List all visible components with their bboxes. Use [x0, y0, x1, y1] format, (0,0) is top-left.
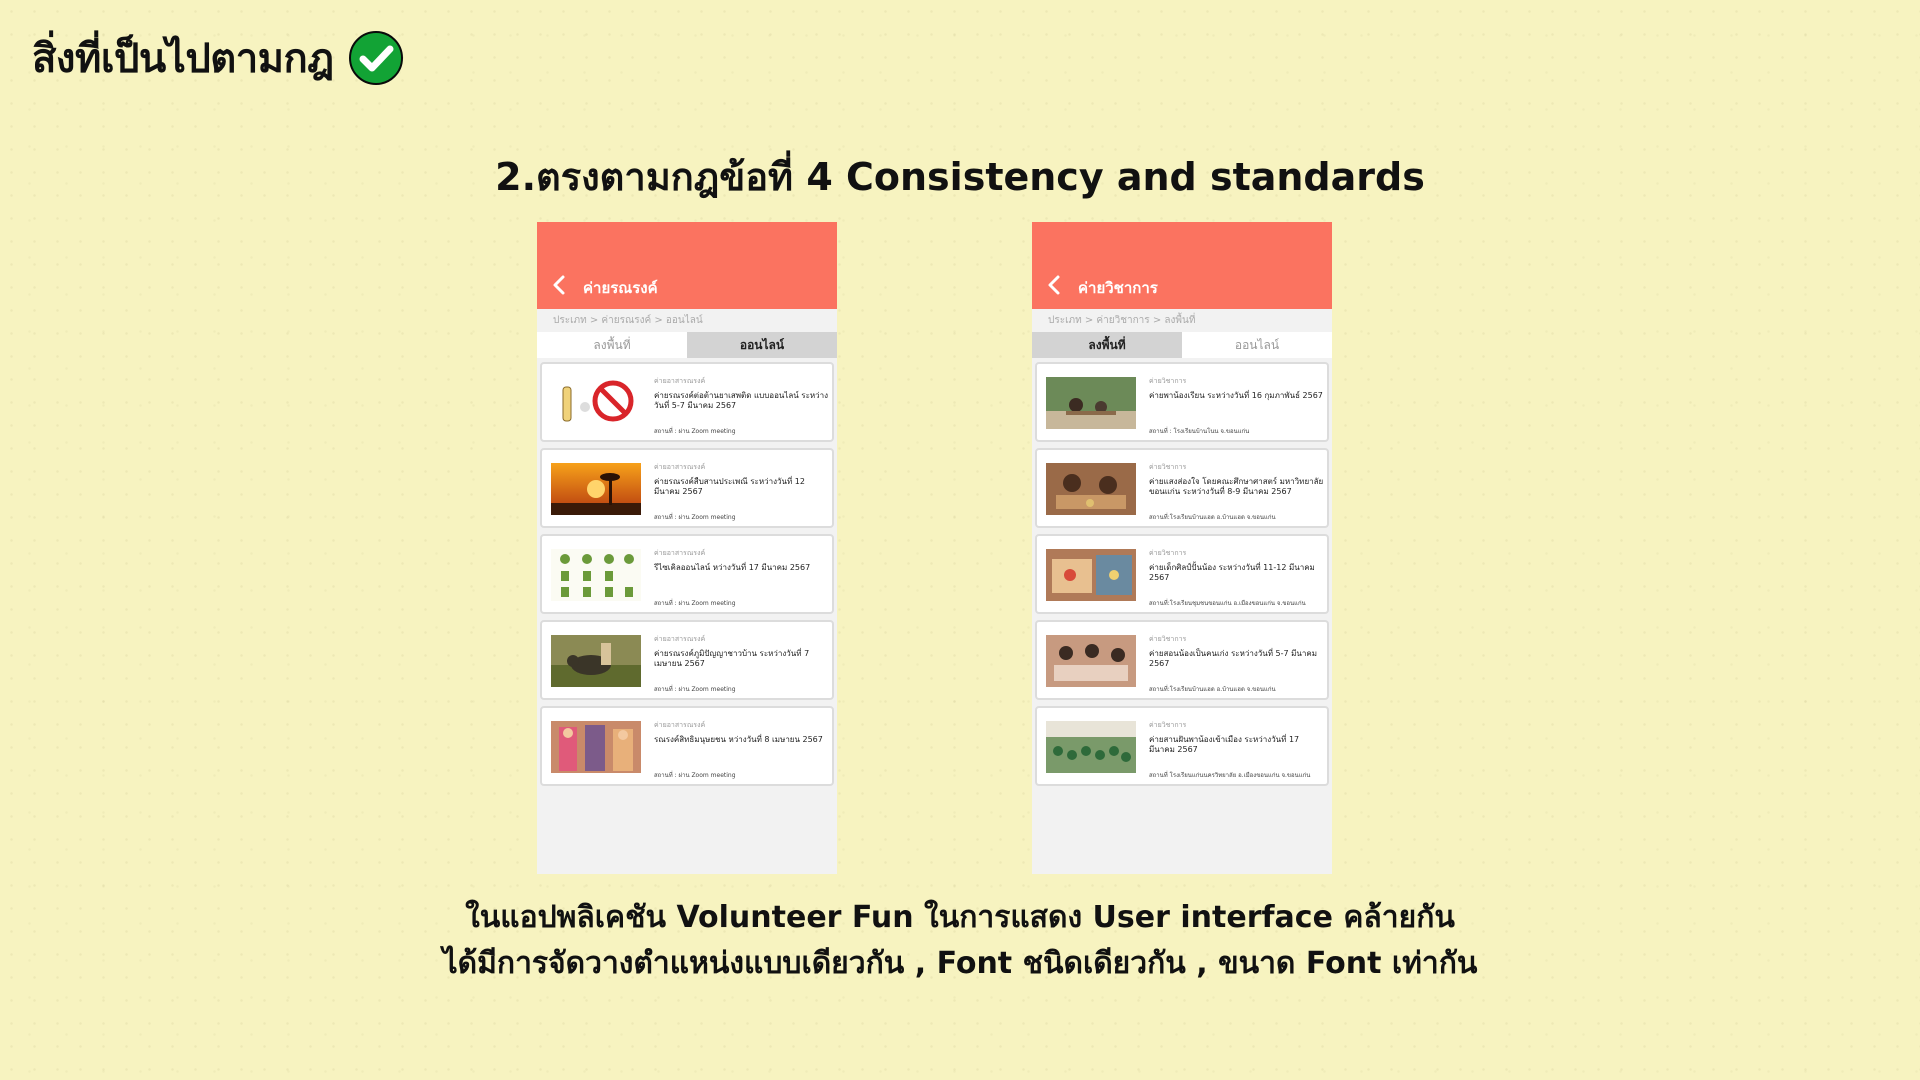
card-list: ค่ายอาสารณรงค์ ค่ายรณรงค์ต่อต้านยาเสพติด…: [537, 358, 837, 796]
card-location: สถานที่ : โรงเรียนบ้านโนน จ.ขอนแก่น: [1149, 428, 1250, 435]
camp-card[interactable]: ค่ายวิชาการ ค่ายสานฝันพาน้องเข้าเมือง ระ…: [1035, 706, 1329, 786]
kids-class-thumbnail: [1046, 635, 1136, 687]
card-category: ค่ายวิชาการ: [1149, 549, 1187, 557]
caption-line-2: ได้มีการจัดวางตำแหน่งแบบเดียวกัน , Font …: [442, 946, 1478, 981]
kids-outdoor-thumbnail: [1046, 377, 1136, 429]
sunset-palm-thumbnail: [551, 463, 641, 515]
card-location: สถานที่:โรงเรียนบ้านแฮด อ.บ้านแฮด จ.ขอนแ…: [1149, 686, 1276, 693]
no-smoking-thumbnail: [551, 377, 641, 429]
phone-screenshot-campaign: ค่ายรณรงค์ ประเภท > ค่ายรณรงค์ > ออนไลน์…: [537, 222, 837, 874]
tab-onsite[interactable]: ลงพื้นที่: [537, 332, 687, 358]
card-title: ค่ายแสงส่องใจ โดยคณะศึกษาศาสตร์ มหาวิทยา…: [1149, 477, 1324, 496]
app-bar-title: ค่ายรณรงค์: [583, 279, 658, 297]
card-location: สถานที่ : ผ่าน Zoom meeting: [654, 772, 736, 779]
app-bar: ค่ายวิชาการ: [1032, 222, 1332, 309]
back-arrow-icon[interactable]: [551, 274, 567, 296]
card-category: ค่ายวิชาการ: [1149, 377, 1187, 385]
card-category: ค่ายวิชาการ: [1149, 635, 1187, 643]
recycle-icons-thumbnail: [551, 549, 641, 601]
card-location: สถานที่ : ผ่าน Zoom meeting: [654, 686, 736, 693]
card-title: รณรงค์สิทธิมนุษยชน หว่างวันที่ 8 เมษายน …: [654, 735, 823, 744]
camp-card[interactable]: ค่ายอาสารณรงค์ รีไซเคิลออนไลน์ หว่างวันท…: [540, 534, 834, 614]
camp-card[interactable]: ค่ายอาสารณรงค์ รณรงค์สิทธิมนุษยชน หว่างว…: [540, 706, 834, 786]
card-title: ค่ายสานฝันพาน้องเข้าเมือง ระหว่างวันที่ …: [1149, 735, 1300, 754]
tab-onsite[interactable]: ลงพื้นที่: [1032, 332, 1182, 358]
card-list: ค่ายวิชาการ ค่ายพาน้องเรียน ระหว่างวันที…: [1032, 358, 1332, 796]
tab-online[interactable]: ออนไลน์: [1182, 332, 1332, 358]
back-arrow-icon[interactable]: [1046, 274, 1062, 296]
camp-card[interactable]: ค่ายวิชาการ ค่ายแสงส่องใจ โดยคณะศึกษาศาส…: [1035, 448, 1329, 528]
card-title: ค่ายพาน้องเรียน ระหว่างวันที่ 16 กุมภาพั…: [1149, 391, 1323, 400]
camp-card[interactable]: ค่ายวิชาการ ค่ายสอนน้องเป็นคนเก่ง ระหว่า…: [1035, 620, 1329, 700]
breadcrumb: ประเภท > ค่ายรณรงค์ > ออนไลน์: [537, 309, 837, 332]
check-circle-icon: [348, 31, 403, 85]
card-title: ค่ายสอนน้องเป็นคนเก่ง ระหว่างวันที่ 5-7 …: [1149, 649, 1317, 668]
kids-craft-thumbnail: [1046, 463, 1136, 515]
card-title: รีไซเคิลออนไลน์ หว่างวันที่ 17 มีนาคม 25…: [654, 563, 811, 572]
kids-group-thumbnail: [1046, 721, 1136, 773]
card-category: ค่ายอาสารณรงค์: [654, 549, 706, 557]
card-location: สถานที่ : ผ่าน Zoom meeting: [654, 600, 736, 607]
tab-bar: ลงพื้นที่ ออนไลน์: [1032, 332, 1332, 358]
camp-card[interactable]: ค่ายวิชาการ ค่ายพาน้องเรียน ระหว่างวันที…: [1035, 362, 1329, 442]
card-location: สถานที่ : ผ่าน Zoom meeting: [654, 428, 736, 435]
camp-card[interactable]: ค่ายอาสารณรงค์ ค่ายรณรงค์ภูมิปัญญาชาวบ้า…: [540, 620, 834, 700]
header-title: สิ่งที่เป็นไปตามกฎ: [32, 36, 334, 82]
slide-title: 2.ตรงตามกฎข้อที่ 4 Consistency and stand…: [495, 155, 1425, 199]
caption-line-1: ในแอปพลิเคชัน Volunteer Fun ในการแสดง Us…: [465, 900, 1455, 935]
card-location: สถานที่ โรงเรียนแก่นนครวิทยาลัย อ.เมืองข…: [1149, 772, 1311, 779]
card-title: ค่ายเด็กศิลป์ปั้นน้อง ระหว่างวันที่ 11-1…: [1149, 563, 1315, 582]
traditional-art-thumbnail: [551, 721, 641, 773]
phone-screenshot-academic: ค่ายวิชาการ ประเภท > ค่ายวิชาการ > ลงพื้…: [1032, 222, 1332, 874]
tab-online[interactable]: ออนไลน์: [687, 332, 837, 358]
card-title: ค่ายรณรงค์ภูมิปัญญาชาวบ้าน ระหว่างวันที่…: [654, 649, 810, 668]
header: สิ่งที่เป็นไปตามกฎ: [32, 26, 404, 90]
card-location: สถานที่:โรงเรียนชุมชนขอนแก่น อ.เมืองขอนแ…: [1149, 600, 1306, 607]
card-title: ค่ายรณรงค์ต่อต้านยาเสพติด แบบออนไลน์ ระห…: [654, 391, 829, 410]
camp-card[interactable]: ค่ายวิชาการ ค่ายเด็กศิลป์ปั้นน้อง ระหว่า…: [1035, 534, 1329, 614]
card-category: ค่ายวิชาการ: [1149, 463, 1187, 471]
card-category: ค่ายอาสารณรงค์: [654, 635, 706, 643]
app-bar-title: ค่ายวิชาการ: [1078, 279, 1158, 297]
app-bar: ค่ายรณรงค์: [537, 222, 837, 309]
camp-card[interactable]: ค่ายอาสารณรงค์ ค่ายรณรงค์สืบสานประเพณี ร…: [540, 448, 834, 528]
card-category: ค่ายอาสารณรงค์: [654, 377, 706, 385]
card-category: ค่ายอาสารณรงค์: [654, 721, 706, 729]
breadcrumb: ประเภท > ค่ายวิชาการ > ลงพื้นที่: [1032, 309, 1332, 332]
buffalo-field-thumbnail: [551, 635, 641, 687]
card-title: ค่ายรณรงค์สืบสานประเพณี ระหว่างวันที่ 12…: [654, 477, 805, 496]
card-category: ค่ายวิชาการ: [1149, 721, 1187, 729]
tab-bar: ลงพื้นที่ ออนไลน์: [537, 332, 837, 358]
card-location: สถานที่ : ผ่าน Zoom meeting: [654, 514, 736, 521]
kids-painting-thumbnail: [1046, 549, 1136, 601]
card-location: สถานที่:โรงเรียนบ้านแฮด อ.บ้านแฮด จ.ขอนแ…: [1149, 514, 1276, 521]
camp-card[interactable]: ค่ายอาสารณรงค์ ค่ายรณรงค์ต่อต้านยาเสพติด…: [540, 362, 834, 442]
card-category: ค่ายอาสารณรงค์: [654, 463, 706, 471]
